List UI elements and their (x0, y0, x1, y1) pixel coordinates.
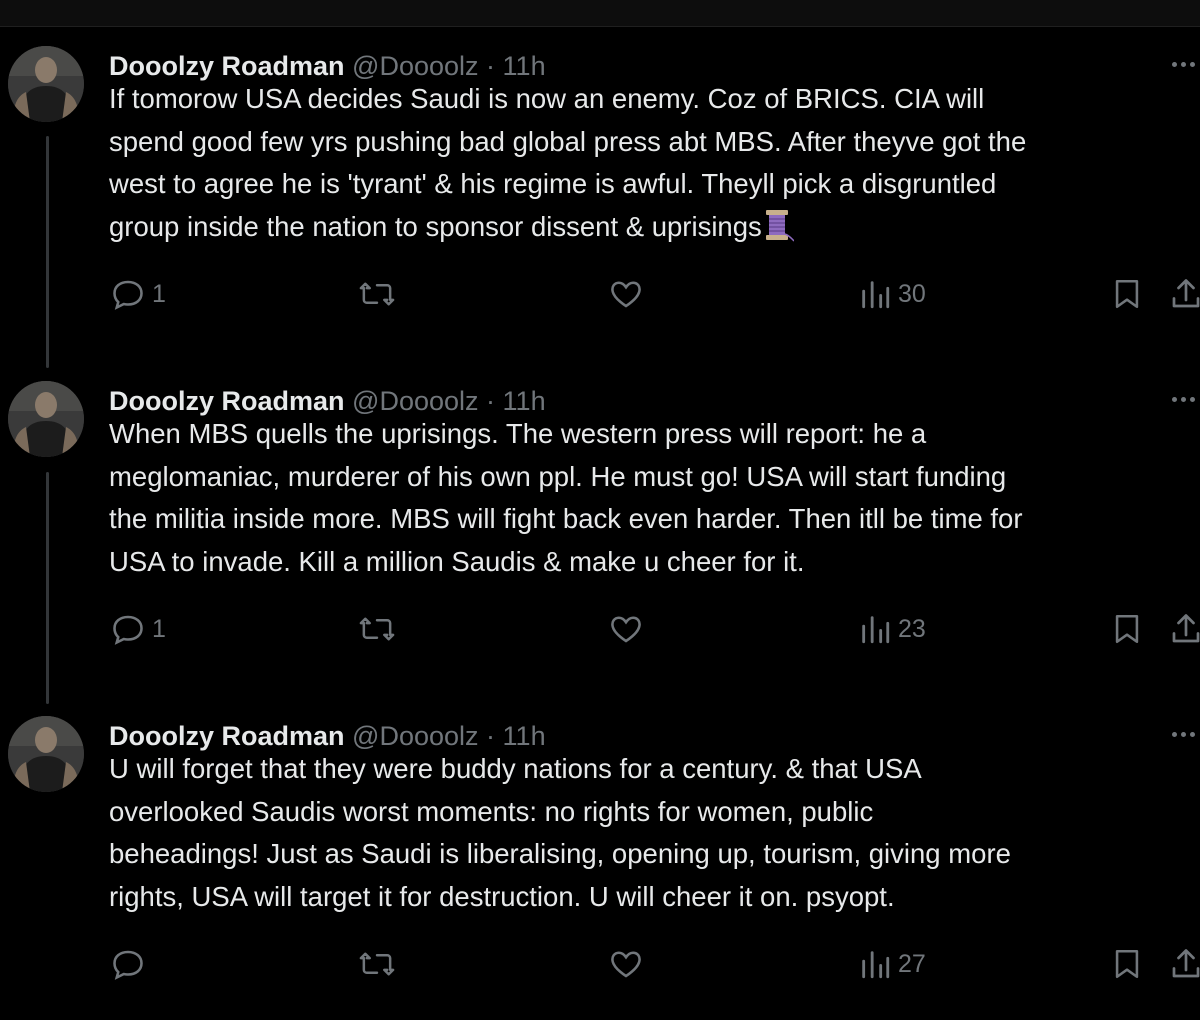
top-bar (0, 0, 1200, 27)
views-icon (862, 616, 890, 644)
heart-icon (611, 951, 641, 978)
avatar[interactable] (8, 716, 84, 792)
bookmark-icon (1115, 614, 1139, 644)
share-icon (1172, 614, 1200, 643)
bookmark-button[interactable] (1110, 944, 1144, 984)
author-name[interactable]: Dooolzy Roadman (109, 51, 345, 81)
retweet-icon (359, 282, 395, 306)
separator-dot: · (486, 721, 496, 751)
tweet-text-content: If tomorow USA decides Saudi is now an e… (109, 83, 1027, 242)
reply-count: 1 (152, 614, 166, 643)
like-button[interactable] (608, 609, 650, 649)
tweet-text: If tomorow USA decides Saudi is now an e… (109, 78, 1200, 254)
timestamp[interactable]: 11h (503, 386, 546, 416)
retweet-button[interactable] (358, 944, 402, 984)
tweet[interactable]: Dooolzy Roadman @Doooolz · 11h U will fo… (0, 716, 1200, 1016)
share-button[interactable] (1168, 609, 1200, 649)
tweet-text: U will forget that they were buddy natio… (109, 748, 1200, 918)
bookmark-icon (1115, 949, 1139, 979)
reply-button[interactable]: 1 (110, 609, 166, 649)
avatar[interactable] (8, 46, 84, 122)
avatar-image-icon (8, 381, 84, 457)
reply-count: 1 (152, 279, 166, 308)
share-icon (1172, 949, 1200, 978)
views-count: 27 (898, 949, 926, 978)
heart-icon (611, 281, 641, 308)
separator-dot: · (486, 386, 496, 416)
author-name[interactable]: Dooolzy Roadman (109, 386, 345, 416)
like-button[interactable] (608, 274, 650, 314)
tweet-text: When MBS quells the uprisings. The weste… (109, 413, 1200, 583)
timestamp[interactable]: 11h (503, 51, 546, 81)
tweet-text-content: When MBS quells the uprisings. The weste… (109, 418, 1023, 577)
avatar-image-icon (8, 46, 84, 122)
tweet-actions: 1 30 (0, 274, 1200, 314)
author-handle[interactable]: @Doooolz (352, 386, 478, 416)
heart-icon (611, 616, 641, 643)
views-button[interactable]: 27 (858, 944, 926, 984)
reply-button[interactable]: 1 (110, 274, 166, 314)
views-count: 23 (898, 614, 926, 643)
retweet-icon (359, 617, 395, 641)
retweet-button[interactable] (358, 274, 402, 314)
bookmark-icon (1115, 279, 1139, 309)
author-handle[interactable]: @Doooolz (352, 51, 478, 81)
tweet-actions: 1 23 (0, 609, 1200, 649)
like-button[interactable] (608, 944, 650, 984)
more-options-icon[interactable] (1166, 54, 1200, 78)
reply-icon (113, 280, 143, 310)
share-button[interactable] (1168, 274, 1200, 314)
reply-icon (113, 950, 143, 980)
avatar[interactable] (8, 381, 84, 457)
views-icon (862, 281, 890, 309)
separator-dot: · (486, 51, 496, 81)
tweet-actions: 27 (0, 944, 1200, 984)
share-button[interactable] (1168, 944, 1200, 984)
share-icon (1172, 279, 1200, 308)
tweet[interactable]: Dooolzy Roadman @Doooolz · 11h If tomoro… (0, 46, 1200, 366)
tweet[interactable]: Dooolzy Roadman @Doooolz · 11h When MBS … (0, 381, 1200, 701)
views-button[interactable]: 30 (858, 274, 926, 314)
bookmark-button[interactable] (1110, 274, 1144, 314)
views-icon (862, 951, 890, 979)
more-options-icon[interactable] (1166, 389, 1200, 413)
reply-icon (113, 615, 143, 645)
thread-spool-icon (764, 208, 795, 255)
retweet-button[interactable] (358, 609, 402, 649)
retweet-icon (359, 952, 395, 976)
views-button[interactable]: 23 (858, 609, 926, 649)
more-options-icon[interactable] (1166, 724, 1200, 748)
avatar-image-icon (8, 716, 84, 792)
tweet-text-content: U will forget that they were buddy natio… (109, 753, 1011, 912)
author-handle[interactable]: @Doooolz (352, 721, 478, 751)
reply-button[interactable] (110, 944, 152, 984)
bookmark-button[interactable] (1110, 609, 1144, 649)
author-name[interactable]: Dooolzy Roadman (109, 721, 345, 751)
timestamp[interactable]: 11h (503, 721, 546, 751)
views-count: 30 (898, 279, 926, 308)
